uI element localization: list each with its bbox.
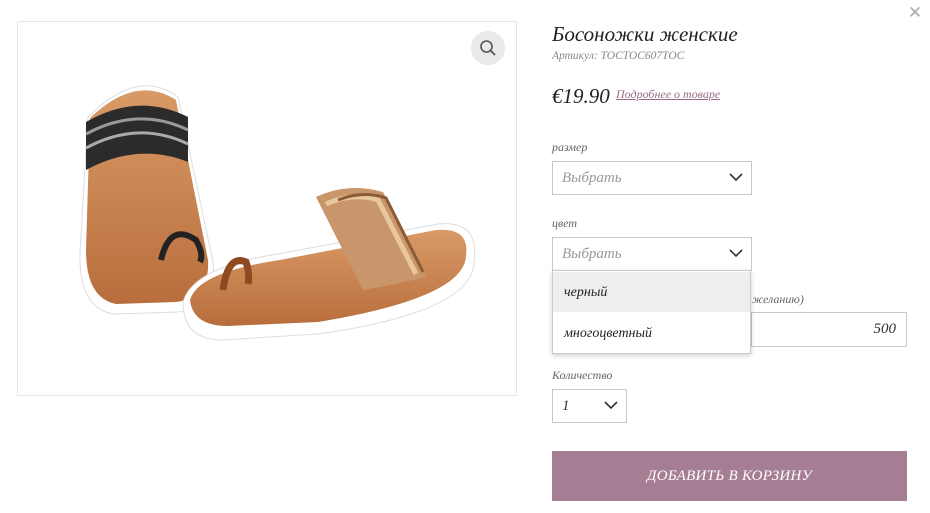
product-sku: Артикул: TOCTOC607TOC: [552, 50, 685, 62]
extra-input[interactable]: 500: [751, 312, 907, 347]
chevron-down-icon: [604, 401, 618, 410]
size-label: размер: [552, 140, 588, 154]
close-icon[interactable]: ✕: [906, 4, 924, 22]
add-to-cart-button[interactable]: ДОБАВИТЬ В КОРЗИНУ: [552, 451, 907, 501]
color-select-value: Выбрать: [562, 246, 622, 262]
sandals-illustration: [79, 85, 476, 341]
chevron-down-icon: [729, 249, 743, 258]
search-icon: [480, 40, 496, 56]
extra-field-label: желанию): [752, 292, 804, 306]
quantity-select[interactable]: 1: [552, 389, 627, 423]
quantity-label: Количество: [552, 368, 613, 382]
product-image[interactable]: [17, 21, 517, 396]
color-select[interactable]: Выбрать: [552, 237, 752, 271]
color-option-black[interactable]: черный: [553, 272, 750, 312]
chevron-down-icon: [729, 173, 743, 182]
color-label: цвет: [552, 216, 578, 230]
color-option-multicolor[interactable]: многоцветный: [553, 313, 750, 353]
zoom-button[interactable]: [471, 31, 505, 65]
color-dropdown: черный многоцветный: [552, 270, 751, 354]
product-details-link[interactable]: Подробнее о товаре: [616, 87, 720, 102]
size-select[interactable]: Выбрать: [552, 161, 752, 195]
product-title: Босоножки женские: [552, 22, 738, 46]
product-price: €19.90: [552, 84, 610, 108]
quantity-select-value: 1: [562, 398, 570, 414]
size-select-value: Выбрать: [562, 170, 622, 186]
